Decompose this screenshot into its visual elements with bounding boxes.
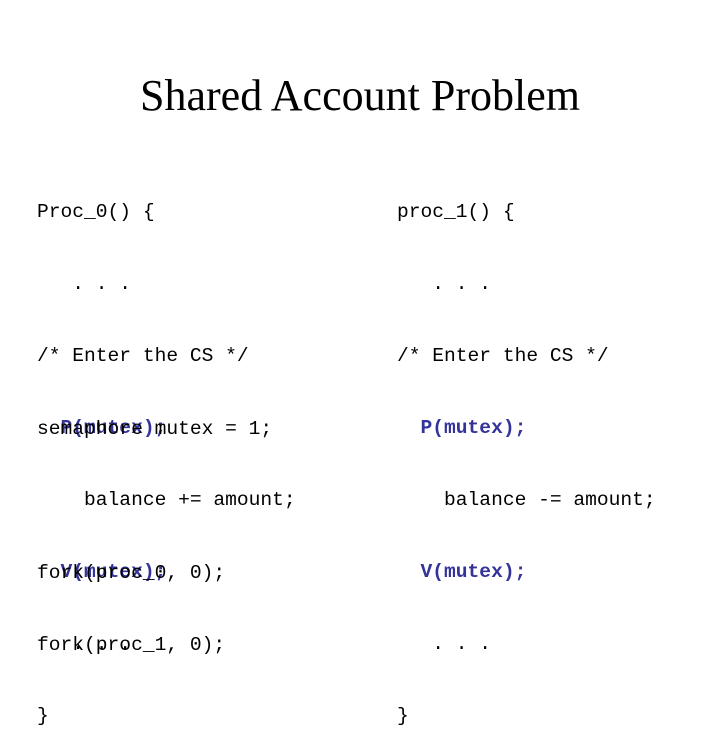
code-line-fork-proc-1: fork(proc_1, 0); bbox=[37, 634, 226, 656]
setup-code-block: semaphore mutex = 1; fork(proc_0, 0); fo… bbox=[37, 369, 272, 681]
code-line: . . . bbox=[397, 633, 492, 655]
code-line-fork-proc-0: fork(proc_0, 0); bbox=[37, 562, 226, 584]
code-line: } bbox=[37, 705, 49, 727]
code-line-v-mutex: V(mutex); bbox=[397, 561, 527, 583]
code-line: proc_1() { bbox=[397, 201, 515, 223]
code-line: /* Enter the CS */ bbox=[397, 345, 609, 367]
code-line-semaphore-decl: semaphore mutex = 1; bbox=[37, 418, 273, 440]
code-line: balance -= amount; bbox=[397, 489, 656, 511]
code-line-p-mutex: P(mutex); bbox=[397, 417, 527, 439]
code-line: /* Enter the CS */ bbox=[37, 345, 249, 367]
code-line: . . . bbox=[397, 273, 492, 295]
code-line: } bbox=[397, 705, 409, 727]
code-line: Proc_0() { bbox=[37, 201, 155, 223]
proc-1-code-block: proc_1() { . . . /* Enter the CS */ P(mu… bbox=[397, 152, 656, 752]
code-line: . . . bbox=[37, 273, 132, 295]
slide-title: Shared Account Problem bbox=[140, 71, 580, 120]
